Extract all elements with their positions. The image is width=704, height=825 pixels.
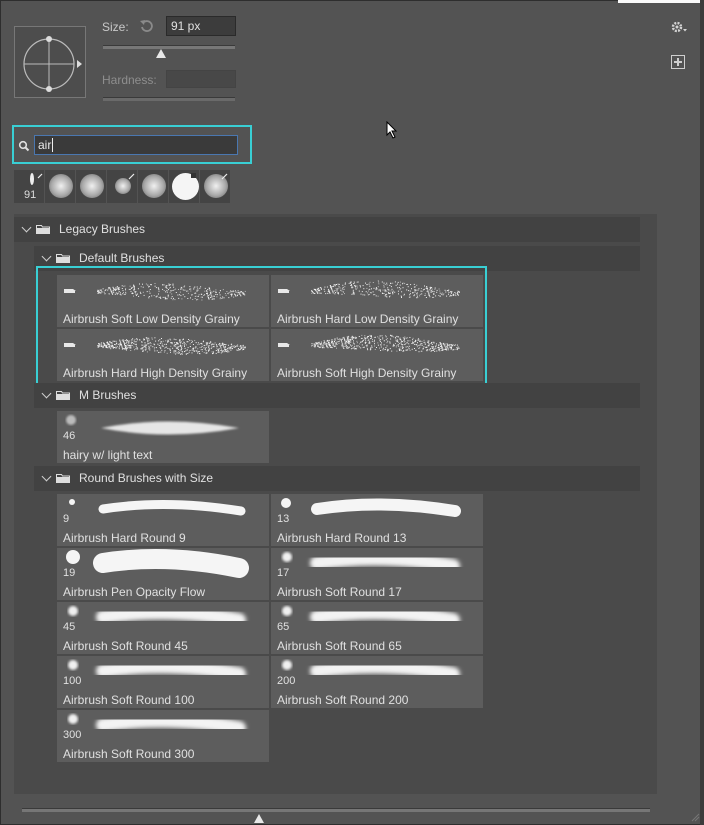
size-label: Size: xyxy=(102,20,129,34)
brush-tile[interactable]: 300 Airbrush Soft Round 300 xyxy=(57,710,269,762)
airbrush-indicator-icon xyxy=(128,173,135,180)
brush-tile[interactable]: 19 Airbrush Pen Opacity Flow xyxy=(57,548,269,600)
brush-size: 46 xyxy=(63,430,76,442)
window-edge xyxy=(618,0,704,3)
search-icon xyxy=(18,140,30,152)
recent-brush-1-size: 91 xyxy=(24,189,37,201)
create-brush-icon[interactable] xyxy=(671,55,685,69)
default-brushes-highlight-frame xyxy=(36,266,487,390)
group-default-brushes-label: Default Brushes xyxy=(79,251,165,265)
brush-name: Airbrush Hard Round 9 xyxy=(63,531,186,545)
hardness-slider[interactable] xyxy=(103,97,235,101)
brush-name: Airbrush Hard Round 13 xyxy=(277,531,407,545)
chevron-down-icon[interactable] xyxy=(41,251,52,262)
thumbnail-size-slider[interactable] xyxy=(22,808,650,812)
recent-brush-6[interactable] xyxy=(169,170,200,203)
brush-name: Airbrush Soft Round 200 xyxy=(277,693,409,707)
brush-tile[interactable]: 200 Airbrush Soft Round 200 xyxy=(271,656,483,708)
search-input-value: air xyxy=(38,138,52,152)
brush-name: hairy w/ light text xyxy=(63,448,153,462)
group-m-brushes-label: M Brushes xyxy=(79,388,137,402)
brush-size: 19 xyxy=(63,567,76,579)
brush-tile[interactable]: 17 Airbrush Soft Round 17 xyxy=(271,548,483,600)
brush-size: 13 xyxy=(277,513,290,525)
brush-name: Airbrush Soft Round 17 xyxy=(277,585,402,599)
thumbnail-size-slider-thumb[interactable] xyxy=(254,814,264,823)
brush-size: 45 xyxy=(63,621,76,633)
brush-tile[interactable]: 46 hairy w/ light text xyxy=(57,411,269,463)
brush-tile[interactable]: 45 Airbrush Soft Round 45 xyxy=(57,602,269,654)
recent-brush-5[interactable] xyxy=(138,170,169,203)
chevron-down-icon[interactable] xyxy=(21,222,32,233)
brush-tile[interactable]: 65 Airbrush Soft Round 65 xyxy=(271,602,483,654)
group-round-brushes[interactable]: Round Brushes with Size xyxy=(34,466,640,491)
group-legacy-brushes-label: Legacy Brushes xyxy=(59,222,146,236)
soft-round-icon xyxy=(49,174,73,198)
search-input[interactable]: air xyxy=(34,135,238,155)
recent-brushes-strip: 91 xyxy=(14,170,240,203)
brush-tile[interactable]: 100 Airbrush Soft Round 100 xyxy=(57,656,269,708)
brush-tile[interactable]: 9 Airbrush Hard Round 9 xyxy=(57,494,269,546)
brush-name: Airbrush Soft Round 300 xyxy=(63,747,195,761)
brush-name: Airbrush Soft Round 45 xyxy=(63,639,188,653)
folder-icon xyxy=(36,225,50,234)
gear-icon[interactable] xyxy=(670,20,688,34)
brush-size: 200 xyxy=(277,675,296,687)
brush-tile[interactable]: 13 Airbrush Hard Round 13 xyxy=(271,494,483,546)
brush-name: Airbrush Pen Opacity Flow xyxy=(63,585,206,599)
brush-size: 300 xyxy=(63,729,82,741)
brush-size: 17 xyxy=(277,567,290,579)
soft-round-icon xyxy=(142,174,166,198)
stamp-indicator-icon xyxy=(191,173,196,178)
recent-brush-7[interactable] xyxy=(200,170,231,203)
hardness-label: Hardness: xyxy=(102,73,157,87)
brush-size: 100 xyxy=(63,675,82,687)
reset-size-icon[interactable] xyxy=(138,18,154,34)
size-slider-thumb[interactable] xyxy=(156,49,166,58)
brush-angle-crosshair[interactable] xyxy=(15,27,85,97)
hardness-input[interactable] xyxy=(166,70,236,88)
mouse-cursor-icon xyxy=(386,121,398,139)
folder-icon xyxy=(56,474,70,483)
recent-brush-3[interactable] xyxy=(76,170,107,203)
chevron-down-icon[interactable] xyxy=(41,471,52,482)
recent-brush-4[interactable] xyxy=(107,170,138,203)
brush-name: Airbrush Soft Round 100 xyxy=(63,693,195,707)
folder-icon xyxy=(56,391,70,400)
recent-brush-1[interactable]: 91 xyxy=(14,170,45,203)
brush-angle-preview[interactable] xyxy=(14,26,86,98)
resize-grip-icon[interactable] xyxy=(690,812,700,822)
size-input[interactable]: 91 px xyxy=(166,16,236,36)
brush-size: 65 xyxy=(277,621,290,633)
soft-round-icon xyxy=(80,174,104,198)
group-round-brushes-label: Round Brushes with Size xyxy=(79,471,214,485)
panel-scrollbar-track[interactable] xyxy=(700,0,704,825)
brush-name: Airbrush Soft Round 65 xyxy=(277,639,402,653)
brush-size: 9 xyxy=(63,513,70,525)
group-m-brushes[interactable]: M Brushes xyxy=(34,383,640,408)
chevron-down-icon[interactable] xyxy=(41,388,52,399)
recent-brush-2[interactable] xyxy=(45,170,76,203)
size-slider[interactable] xyxy=(103,45,235,49)
group-legacy-brushes[interactable]: Legacy Brushes xyxy=(14,217,640,242)
folder-icon xyxy=(56,254,70,263)
airbrush-indicator-icon xyxy=(221,173,228,180)
